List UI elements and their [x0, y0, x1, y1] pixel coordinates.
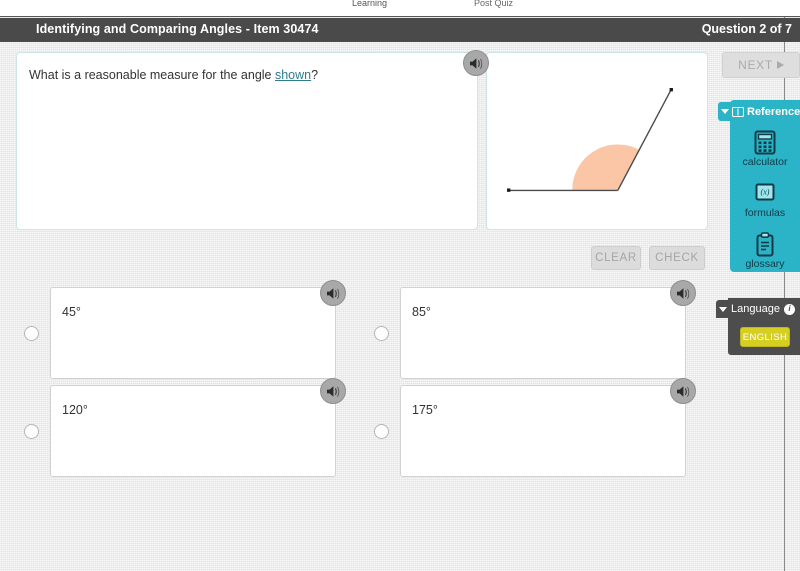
option-b-label: 85° — [412, 305, 431, 319]
app-chrome-strip: Learning Post Quiz — [0, 0, 800, 17]
option-a-label: 45° — [62, 305, 81, 319]
activity-stage: What is a reasonable measure for the ang… — [0, 42, 800, 571]
option-b-box[interactable] — [400, 287, 686, 379]
info-icon[interactable]: i — [783, 303, 795, 315]
formulas-icon: (x) — [730, 180, 800, 206]
reference-item-calculator[interactable]: calculator — [730, 129, 800, 168]
activity-titlebar: Identifying and Comparing Angles - Item … — [0, 18, 800, 42]
option-d-box[interactable] — [400, 385, 686, 477]
language-panel-label: Language — [731, 303, 780, 315]
angle-diagram — [507, 88, 673, 192]
language-english-button[interactable]: ENGLISH — [740, 327, 790, 347]
reference-panel-toggle[interactable]: Reference — [718, 102, 800, 121]
question-text-after: ? — [311, 68, 319, 82]
next-button[interactable]: NEXT — [722, 52, 800, 78]
question-text: What is a reasonable measure for the ang… — [29, 67, 318, 85]
angle-diagram-card — [486, 52, 708, 230]
rail-divider — [784, 0, 785, 571]
radio-option-d[interactable] — [374, 424, 389, 439]
answer-option-d[interactable]: 175° — [374, 378, 696, 477]
option-c-box[interactable] — [50, 385, 336, 477]
reference-panel-label: Reference — [747, 105, 800, 118]
clear-button[interactable]: CLEAR — [591, 246, 641, 270]
option-c-label: 120° — [62, 403, 88, 417]
answer-option-a[interactable]: 45° — [24, 280, 346, 379]
reference-item-glossary[interactable]: glossary — [730, 231, 800, 270]
answer-action-row: CLEAR CHECK — [486, 246, 708, 270]
check-button[interactable]: CHECK — [649, 246, 705, 270]
angle-ray-diagonal — [617, 89, 672, 191]
angle-endpoint-left — [507, 188, 511, 192]
speaker-icon[interactable] — [320, 378, 346, 404]
question-text-link[interactable]: shown — [275, 68, 311, 82]
option-a-box[interactable] — [50, 287, 336, 379]
radio-option-b[interactable] — [374, 326, 389, 341]
language-panel-toggle[interactable]: Language i — [716, 300, 800, 318]
next-button-label: NEXT — [738, 58, 773, 72]
answer-option-b[interactable]: 85° — [374, 280, 696, 379]
reference-item-formulas[interactable]: (x) formulas — [730, 180, 800, 219]
reference-panel: calculator (x) formulas glossary — [730, 100, 800, 272]
reference-item-label: formulas — [744, 207, 786, 219]
angle-shaded-region — [572, 144, 640, 191]
speaker-icon[interactable] — [463, 50, 489, 76]
chrome-crumb-quiz: Post Quiz — [474, 0, 514, 8]
speaker-icon[interactable] — [320, 280, 346, 306]
question-progress: Question 2 of 7 — [701, 22, 792, 36]
radio-option-c[interactable] — [24, 424, 39, 439]
reference-item-label: calculator — [742, 156, 788, 168]
caret-down-icon — [719, 306, 727, 312]
question-text-before: What is a reasonable measure for the ang… — [29, 68, 275, 82]
page-title: Identifying and Comparing Angles - Item … — [36, 22, 319, 36]
clipboard-icon — [730, 231, 800, 257]
chrome-crumb-learning: Learning — [352, 0, 388, 8]
reference-item-label: glossary — [745, 258, 785, 270]
book-icon — [732, 106, 744, 117]
radio-option-a[interactable] — [24, 326, 39, 341]
angle-endpoint-top — [669, 88, 673, 92]
question-prompt-card: What is a reasonable measure for the ang… — [16, 50, 489, 230]
calculator-icon — [730, 129, 800, 155]
caret-down-icon — [721, 109, 729, 114]
answer-option-c[interactable]: 120° — [24, 378, 346, 477]
speaker-icon[interactable] — [670, 378, 696, 404]
play-triangle-icon — [776, 61, 784, 69]
speaker-icon[interactable] — [670, 280, 696, 306]
option-d-label: 175° — [412, 403, 438, 417]
svg-text:(x): (x) — [761, 188, 770, 197]
